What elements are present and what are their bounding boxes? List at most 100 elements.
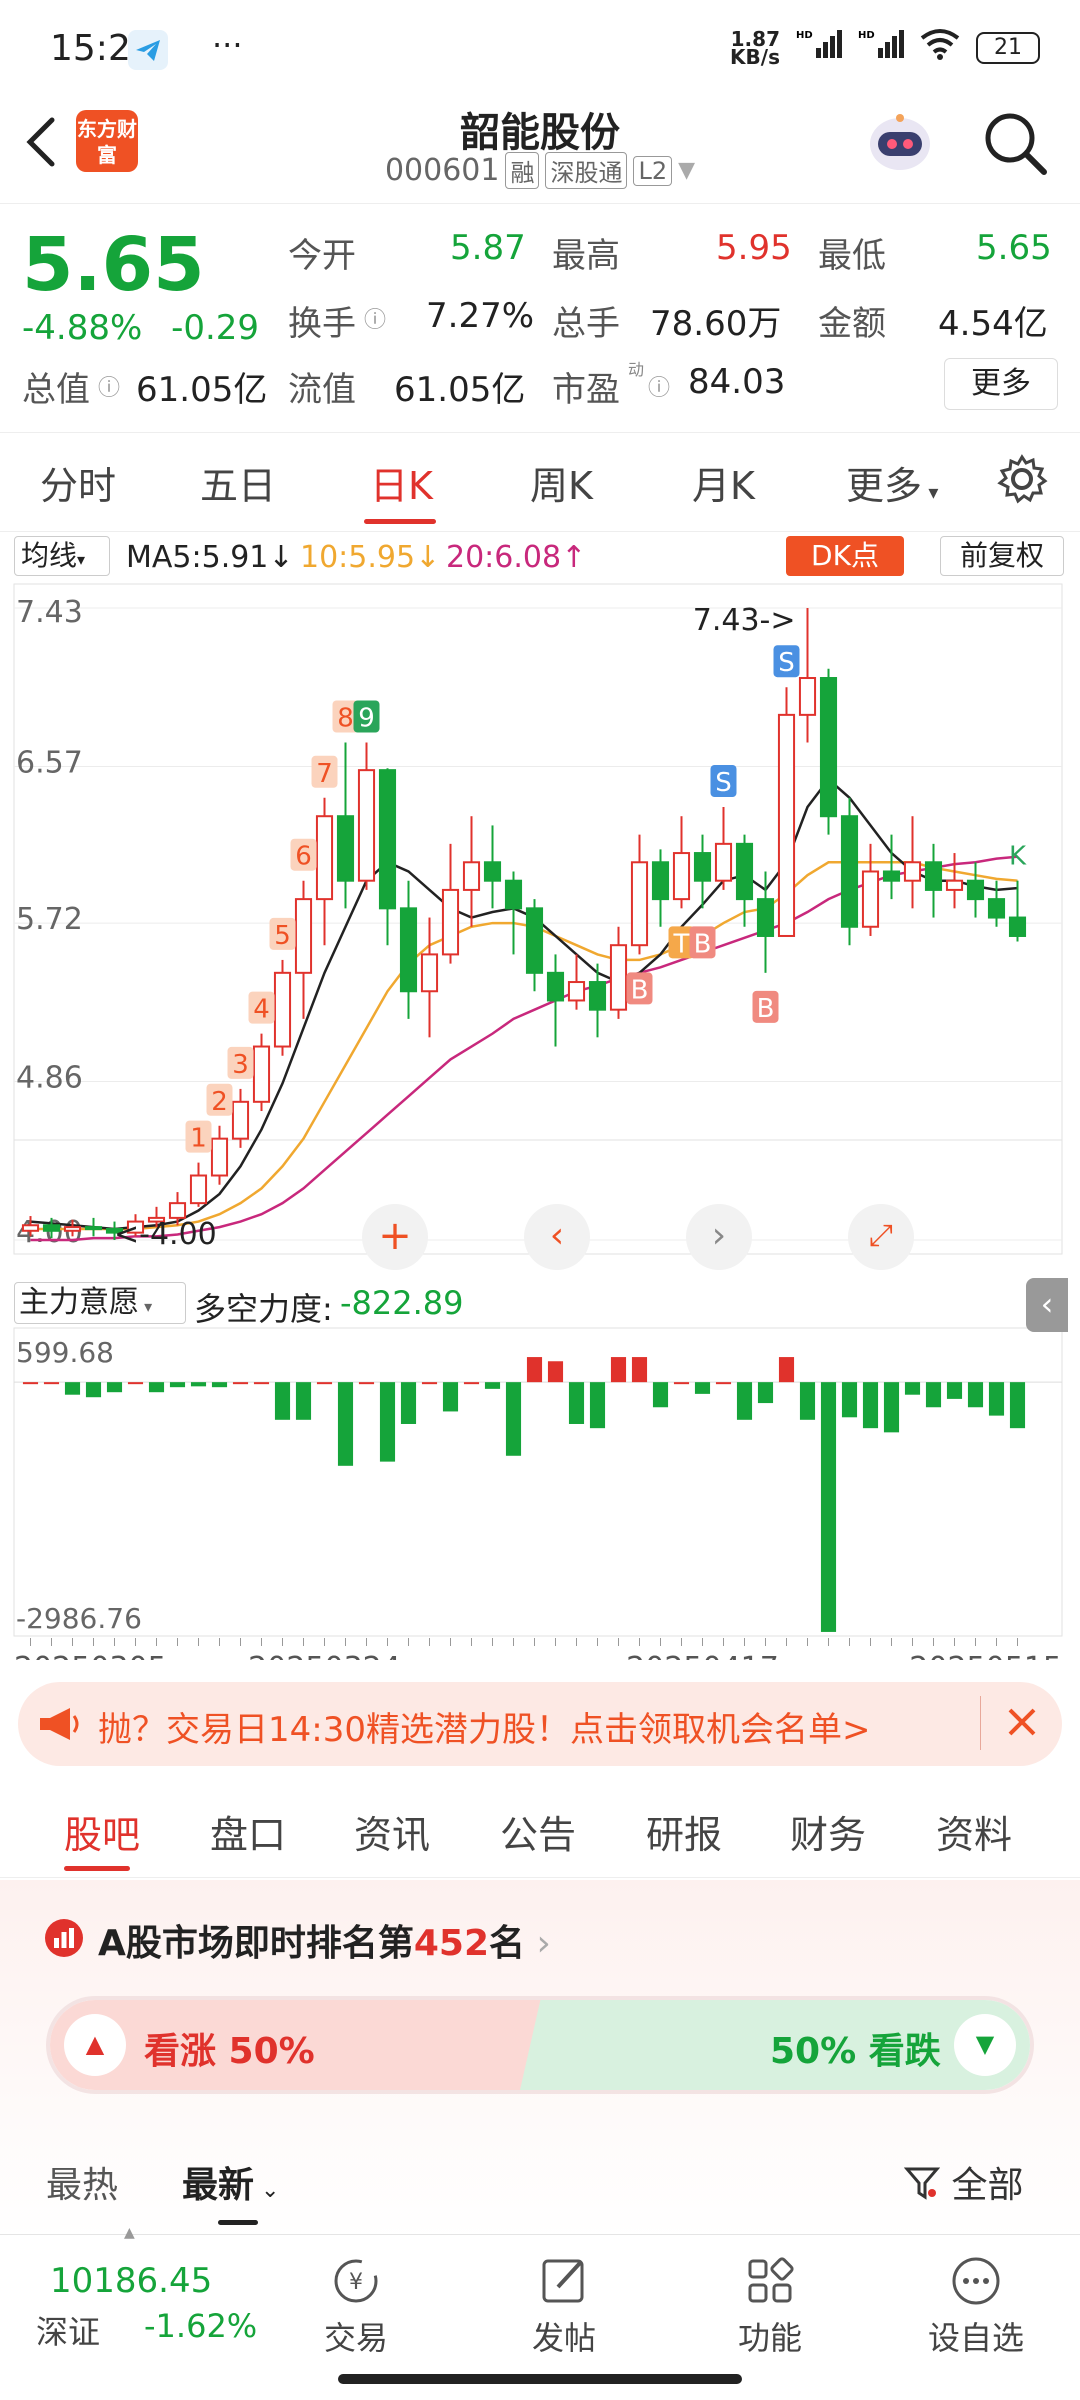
mktcap-label: 总值 [22,370,90,410]
nav-functions[interactable]: 功能 [700,2235,840,2365]
scroll-left-button[interactable]: ‹ [524,1204,590,1270]
search-icon[interactable] [982,110,1050,182]
signal-icon-2: HD [858,28,904,67]
tab-monthly-k[interactable]: 月K [692,455,755,510]
settings-gear-icon[interactable] [996,453,1048,509]
info-icon[interactable]: ⓘ [364,302,386,334]
candle-body [588,981,607,1011]
bottom-nav: ▲ 10186.45 深证 -1.62% ¥ 交易 发帖 功能 设自选 [0,2225,1080,2365]
nav-add-watchlist[interactable]: 设自选 [906,2235,1046,2365]
marker-label: 6 [295,842,312,872]
candle-body [315,815,334,901]
tab-forum[interactable]: 股吧 [64,1804,140,1859]
candle [630,834,649,955]
sort-latest[interactable]: 最新 ⌄ [182,2156,279,2208]
candle [819,668,838,835]
status-bar: 15:26 ··· 1.87 KB/s HD HD 21 [0,0,1080,100]
indicator-label: 多空力度: [194,1290,333,1328]
marker-label: K [1009,842,1027,872]
dropdown-icon[interactable]: ▼ [678,158,695,183]
indicator-selector[interactable]: 主力意愿 ▾ [14,1282,186,1324]
indicator-bar [904,1382,921,1395]
battery-level: 21 [994,34,1022,60]
tab-research[interactable]: 研报 [646,1804,722,1859]
candle-body [966,879,985,901]
change-amount: -0.29 [171,308,260,348]
indicator-bar [442,1382,459,1412]
tag-margin: 融 [505,152,540,189]
indicator-bar [547,1361,564,1383]
candle-body [462,861,481,891]
sort-hot[interactable]: 最热 [46,2156,118,2208]
indicator-bar [652,1382,669,1408]
indicator-bar [610,1357,627,1383]
indicator-bar [736,1382,753,1420]
candle [336,742,355,909]
volume-value: 78.60万 [650,304,782,344]
candle-body [630,861,649,947]
filter-all[interactable]: 全部 [903,2156,1023,2208]
info-icon[interactable]: ⓘ [648,370,670,402]
index-name[interactable]: 深证 [36,2307,100,2353]
svg-text:HD: HD [858,30,875,41]
amount-value: 4.54亿 [938,304,1048,344]
info-icon[interactable]: ⓘ [98,370,120,402]
tab-five-day[interactable]: 五日 [200,455,276,510]
index-value[interactable]: 10186.45 [50,2261,212,2301]
collapse-panel-button[interactable]: ‹ [1026,1278,1068,1332]
rank-text[interactable]: A股市场即时排名第452名 › [98,1914,551,1966]
tab-weekly-k[interactable]: 周K [530,455,593,510]
indicator-bar [883,1382,900,1433]
nav-post[interactable]: 发帖 [494,2235,634,2365]
tab-order-book[interactable]: 盘口 [210,1804,286,1859]
bear-button-icon[interactable]: ▼ [954,2014,1016,2076]
candle-body [735,842,754,901]
scroll-right-button[interactable]: › [686,1204,752,1270]
indicator-bar [589,1382,606,1429]
nav-trade[interactable]: ¥ 交易 [286,2235,426,2365]
more-button[interactable]: 更多 [944,358,1058,410]
tab-profile[interactable]: 资料 [936,1804,1012,1859]
zoom-in-button[interactable]: + [362,1204,428,1270]
candle-body [210,1137,229,1177]
turnover-value: 7.27% [426,296,535,336]
robot-assistant-icon[interactable] [864,106,936,182]
change-row: -4.88% -0.29 [22,308,259,348]
candle [462,816,481,927]
info-tabs: 股吧 盘口 资讯 公告 研报 财务 资料 [0,1782,1080,1878]
mktcap-value: 61.05亿 [136,370,268,410]
rank-number: 452 [413,1923,490,1964]
home-indicator[interactable] [338,2374,742,2384]
bull-button-icon[interactable]: ▲ [64,2014,126,2076]
fullscreen-icon[interactable]: ⤢ [848,1204,914,1270]
indicator-bar [421,1382,438,1385]
tab-news[interactable]: 资讯 [354,1804,430,1859]
candle-body [525,907,544,974]
pe-dynamic-sup: 动 [628,360,645,379]
tab-intraday[interactable]: 分时 [40,455,116,510]
marker-label: S [715,768,732,798]
kline-chart[interactable]: 7.436.575.724.864.00 12345678 9BT BSBSK 59… [10,580,1070,1660]
candle [861,843,880,936]
indicator-bar [484,1382,501,1389]
indicator-bar [400,1382,417,1424]
tab-finance[interactable]: 财务 [790,1804,866,1859]
promo-banner[interactable]: 抛？交易日14:30精选潜力股！点击领取机会名单> [18,1682,1062,1766]
tab-more[interactable]: 更多 ▾ [846,455,938,510]
tab-announcements[interactable]: 公告 [500,1804,576,1859]
pull-up-indicator[interactable]: ▲ [124,2225,135,2241]
close-icon[interactable] [998,1698,1046,1750]
candle-body [924,861,943,891]
ma-selector[interactable]: 均线▾ [14,536,110,576]
candle [273,959,292,1056]
adjust-button[interactable]: 前复权 [940,536,1064,576]
tab-daily-k[interactable]: 日K [370,455,433,510]
candle [735,834,754,927]
indicator-bar [85,1382,102,1398]
candle-body [903,861,922,882]
dk-point-button[interactable]: DK点 [786,536,904,576]
marker-label: T [673,929,690,959]
tag-connect: 深股通 [545,152,628,189]
index-change[interactable]: -1.62% [144,2307,257,2345]
x-date-label: 20250305 [14,1651,167,1660]
